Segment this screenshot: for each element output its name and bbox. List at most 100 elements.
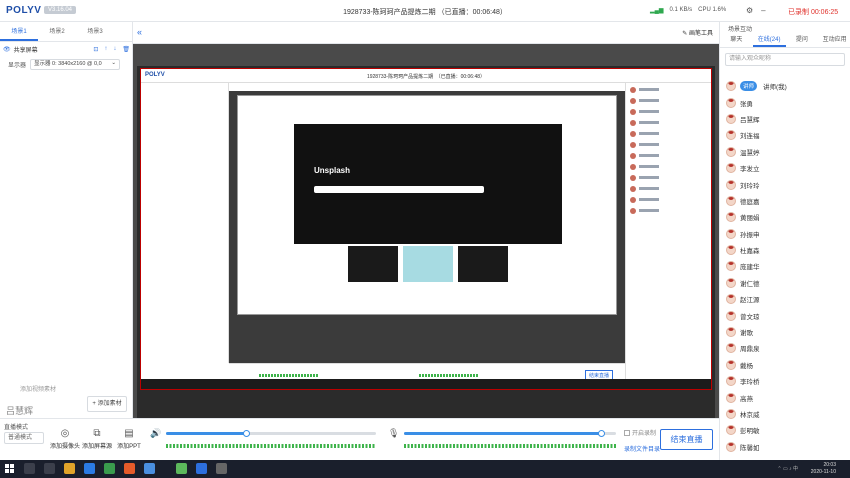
participant-name: 戴杨 [740,362,753,370]
screen-icon: ⧉ [93,428,101,439]
avatar [726,310,736,321]
mic-volume-knob[interactable] [598,430,606,437]
participant-name: 张勇 [740,100,753,108]
list-item[interactable]: 德庭嘉 [726,193,846,209]
participant-name: 赵江源 [740,297,760,305]
minimize-icon[interactable]: – [761,6,765,15]
eye-icon[interactable]: 👁 [3,46,11,53]
record-checkbox[interactable]: 开启录制 [624,428,656,437]
list-item[interactable]: 曾文琼 [726,307,846,323]
tab-questions[interactable]: 提问 [786,34,819,47]
ppt-icon: ▤ [124,428,134,439]
arrow-up-icon[interactable]: ↑ [104,46,107,53]
tab-apps[interactable]: 互动应用 [818,34,850,47]
end-live-button[interactable]: 结束直播 [660,429,713,450]
collapse-icon[interactable]: « [137,27,142,37]
microphone-icon[interactable]: 🎙 [388,428,399,439]
participant-name: 李发立 [740,166,760,174]
source-item[interactable]: 👁 共享屏幕 ⊡ ↑ ↓ 🗑 [3,44,130,55]
list-item[interactable]: 庞建华 [726,258,846,274]
avatar [726,277,736,288]
avatar [726,195,736,206]
file-explorer-icon[interactable] [64,463,75,474]
list-item[interactable]: 刘连福 [726,127,846,143]
edge-icon[interactable] [84,463,95,474]
task-view-icon[interactable] [44,463,55,474]
tab-chat[interactable]: 聊天 [720,34,753,47]
list-item[interactable]: 吕慧辉 [726,111,846,127]
tab-scene-2[interactable]: 场景2 [38,22,76,41]
source-controls: ⊡ ↑ ↓ 🗑 [93,46,130,53]
add-material-button[interactable]: + 添加素材 [87,396,127,412]
chrome-icon[interactable] [104,463,115,474]
display-select[interactable]: 显示器 0: 3840x2160 @ 0,0 [30,59,121,70]
app-icon-2[interactable] [144,463,155,474]
list-item[interactable]: 赵江源 [726,291,846,307]
trash-icon[interactable]: 🗑 [122,46,130,53]
mic-volume-slider[interactable] [404,430,616,437]
list-item [630,151,707,160]
participant-name: 高燕 [740,395,753,403]
windows-start-icon[interactable] [5,464,14,473]
tab-online[interactable]: 在线(24) [752,34,786,47]
avatar [726,343,736,354]
record-folder-link[interactable]: 录制文件目录 [624,444,660,453]
nested-title: 1928733-陈珂珂产品提炼二期 （已直播：00:06:48） [366,74,486,80]
list-item[interactable]: 温慧婷 [726,144,846,160]
list-item[interactable]: 陈馨如 [726,439,846,455]
list-item [630,162,707,171]
avatar [726,392,736,403]
app-icon-4[interactable] [216,463,227,474]
list-item[interactable]: 谢歌 [726,324,846,340]
list-item[interactable]: 张勇 [726,94,846,110]
host-name: 吕慧辉 [6,406,34,416]
list-item[interactable]: 戴杨 [726,357,846,373]
list-item[interactable]: 彭明敏 [726,422,846,438]
speaker-volume-slider[interactable] [166,430,376,437]
list-item[interactable]: 李玲桥 [726,373,846,389]
arrow-down-icon[interactable]: ↓ [113,46,116,53]
avatar [726,409,736,419]
tab-scene-3[interactable]: 场景3 [76,22,114,41]
checkbox-icon[interactable] [624,429,630,436]
list-item[interactable]: 讲师 讲师(我) [726,78,846,94]
nested-meter-2 [419,374,479,377]
tab-scene-1[interactable]: 场景1 [0,22,38,41]
list-item [630,173,707,182]
avatar [726,81,736,92]
list-item[interactable]: 高燕 [726,389,846,405]
add-screen-button[interactable]: ⧉ 添加屏幕源 [80,428,114,450]
list-item[interactable]: 谢仁德 [726,275,846,291]
list-item[interactable]: 林京威 [726,406,846,422]
mode-select[interactable]: 普通模式 [4,432,44,444]
viewer-search-input[interactable]: 请输入观众昵称 [725,53,845,66]
list-item [630,118,707,127]
list-item[interactable]: 杜嘉森 [726,242,846,258]
gear-icon[interactable]: ⚙ [746,6,753,15]
polyv-icon[interactable] [196,463,207,474]
speaker-icon[interactable]: 🔊 [150,428,161,439]
add-video-source[interactable]: 添加视频素材 [20,384,56,393]
settings-icon[interactable]: ⊡ [93,46,98,53]
participant-name: 林京威 [740,412,760,419]
participant-name: 曾文琼 [740,313,760,321]
add-ppt-button[interactable]: ▤ 添加PPT [112,428,146,450]
pen-tool-button[interactable]: ✎ 画笔工具 [682,28,713,37]
participant-name: 德庭嘉 [740,198,760,206]
app-icon[interactable] [124,463,135,474]
add-camera-button[interactable]: ◎ 添加摄像头 [48,428,82,450]
app-icon-3[interactable] [176,463,187,474]
list-item[interactable]: 刘玲玲 [726,176,846,192]
list-item[interactable]: 孙振申 [726,226,846,242]
speaker-volume-knob[interactable] [242,430,250,437]
search-icon[interactable] [24,463,35,474]
thumbnail-3 [458,246,508,282]
list-item[interactable]: 李发立 [726,160,846,176]
clock: 20:03 2020-11-10 [811,462,836,476]
preview-toolbar: « ✎ 画笔工具 [133,22,719,44]
list-item[interactable]: 周鼎泉 [726,340,846,356]
pen-tool-label: 画笔工具 [688,31,713,37]
nested-screen-capture-2: Unsplash [237,95,617,315]
participant-name: 刘玲玲 [740,182,760,190]
list-item[interactable]: 黄丽娟 [726,209,846,225]
